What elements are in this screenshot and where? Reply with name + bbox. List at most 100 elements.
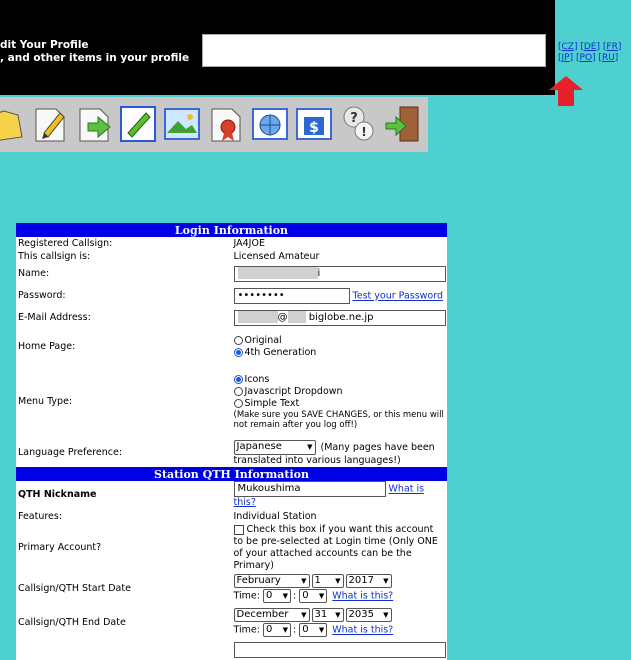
time-colon: : [292,624,297,636]
radio-selected-icon[interactable] [233,348,243,357]
time-colon: : [292,590,297,602]
chevron-down-icon: ▼ [383,611,389,619]
header-bar: dit Your Profile , and other items in yo… [0,0,555,95]
radio-icon[interactable] [233,387,243,396]
menu-note: (Make sure you SAVE CHANGES, or this men… [233,410,444,430]
next-row-label [16,640,232,660]
chevron-down-icon: ▼ [318,592,325,600]
edit-page-icon[interactable] [30,103,70,145]
language-select-value: Japanese [236,441,282,452]
start-month-select[interactable]: February ▼ [233,574,310,588]
redacted-name [237,267,318,279]
homepage-option-original[interactable]: Original [233,335,446,347]
redacted-email-user [237,311,278,323]
start-year-select[interactable]: 2017 ▼ [345,574,392,588]
radio-selected-icon[interactable] [233,375,243,384]
email-label: E-Mail Address: [18,312,91,323]
test-password-link[interactable]: Test your Password [353,291,443,302]
end-day-select[interactable]: 31 ▼ [311,608,344,622]
header-search-box[interactable] [202,34,546,67]
qth-nickname-label: QTH Nickname [18,489,97,500]
chevron-down-icon: ▼ [301,611,307,619]
start-year-value: 2017 [348,575,374,586]
menu-option-js-dropdown[interactable]: Javascript Dropdown [233,386,446,398]
end-time-help-link[interactable]: What is this? [332,625,393,636]
folder-icon[interactable] [0,103,28,145]
profile-form: Login Information Registered Callsign: J… [16,223,447,660]
language-label: Language Preference: [18,447,123,458]
language-links: [CZ] [DE] [FR] [JP] [PO] [RU] [558,42,622,63]
homepage-option-4th-gen[interactable]: 4th Generation [233,347,446,359]
start-hour-value: 0 [265,590,273,601]
features-value: Individual Station [233,510,317,522]
svg-text:$: $ [309,120,319,136]
chevron-down-icon: ▼ [282,626,288,634]
award-icon[interactable] [206,103,246,145]
edit-icon[interactable] [118,103,158,145]
password-input[interactable]: •••••••• [233,288,350,304]
lang-link-jp[interactable]: JP [562,53,570,63]
end-date-label: Callsign/QTH End Date [18,617,126,628]
primary-account-checkbox[interactable] [233,524,244,535]
page-title: dit Your Profile [0,39,89,51]
homepage-label: Home Page: [18,341,76,352]
radio-icon[interactable] [233,336,243,345]
end-minute-select[interactable]: 0 ▼ [299,623,328,637]
red-arrow-up-icon [549,76,583,106]
redacted-email-sub [287,311,306,323]
email-input[interactable]: @ biglobe.ne.jp [233,310,446,326]
language-select[interactable]: Japanese ▼ [233,439,316,455]
status-value: Licensed Amateur [233,250,320,262]
exit-door-icon[interactable] [382,103,422,145]
lang-link-fr[interactable]: FR [606,42,617,52]
callsign-value: JA4JOE [233,237,265,249]
start-day-select[interactable]: 1 ▼ [311,574,344,588]
chevron-down-icon: ▼ [383,577,389,585]
chevron-down-icon: ▼ [318,626,325,634]
chevron-down-icon: ▼ [335,611,341,619]
start-hour-select[interactable]: 0 ▼ [262,589,291,603]
name-input[interactable]: i [233,266,446,282]
next-row-input[interactable] [233,642,446,658]
start-month-value: February [236,575,281,586]
primary-account-text: Check this box if you want this account … [233,524,438,571]
start-time-label: Time: [233,590,260,602]
end-time-label: Time: [233,624,260,636]
globe-icon[interactable] [250,103,290,145]
lang-link-ru[interactable]: RU [602,53,615,63]
menu-option-icons[interactable]: Icons [233,374,446,386]
end-year-select[interactable]: 2035 ▼ [345,608,392,622]
start-minute-value: 0 [302,590,309,601]
password-label: Password: [18,290,66,301]
end-hour-select[interactable]: 0 ▼ [262,623,291,637]
homepage-option-original-label: Original [244,335,282,346]
primary-account-label: Primary Account? [18,542,102,553]
features-label: Features: [18,510,63,522]
email-at: @ [277,312,288,323]
forward-page-icon[interactable] [74,103,114,145]
end-hour-value: 0 [265,624,273,635]
lang-link-cz[interactable]: CZ [562,42,574,52]
lang-link-po[interactable]: PO [580,53,593,63]
lang-link-de[interactable]: DE [584,42,597,52]
chevron-down-icon: ▼ [282,592,288,600]
menu-option-simple-text[interactable]: Simple Text [233,398,446,410]
start-time-help-link[interactable]: What is this? [332,591,393,602]
dollar-icon[interactable]: $ [294,103,334,145]
end-month-select[interactable]: December ▼ [233,608,310,622]
toolbar: $ ? ! [0,97,428,152]
status-label: This callsign is: [18,250,91,262]
picture-icon[interactable] [162,103,202,145]
qth-section-title: Station QTH Information [16,467,447,481]
name-label: Name: [18,268,50,279]
radio-icon[interactable] [233,399,243,408]
chevron-down-icon: ▼ [335,577,341,585]
help-icon[interactable]: ? ! [338,103,378,145]
end-year-value: 2035 [348,609,374,620]
page-subtitle: , and other items in your profile [0,52,190,64]
homepage-option-4th-gen-label: 4th Generation [244,347,317,358]
menu-type-label: Menu Type: [18,396,73,407]
start-day-value: 1 [314,575,321,586]
qth-nickname-input[interactable]: Mukoushima [233,481,386,497]
start-minute-select[interactable]: 0 ▼ [299,589,328,603]
